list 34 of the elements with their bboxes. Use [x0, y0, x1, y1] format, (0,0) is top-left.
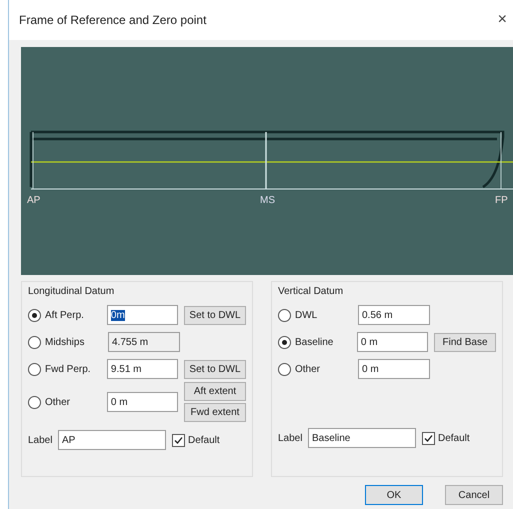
default-checkbox[interactable]: Default	[422, 432, 470, 444]
default-checkbox[interactable]: Default	[172, 434, 220, 447]
value-field[interactable]: 0 m	[106, 392, 178, 412]
value-field[interactable]: 0 m	[356, 332, 428, 352]
radio-option[interactable]: DWL	[278, 308, 352, 322]
radio-option[interactable]: Other	[28, 396, 101, 409]
group-title: Longitudinal Datum	[28, 286, 116, 297]
group-title: Vertical Datum	[278, 286, 344, 297]
label-field[interactable]: Baseline	[308, 428, 416, 448]
value-field[interactable]: 0.56 m	[358, 305, 430, 325]
dialog-button[interactable]: Cancel	[445, 485, 503, 505]
radio-option[interactable]: Baseline	[278, 336, 351, 348]
action-button[interactable]: Set to DWL	[184, 360, 246, 378]
action-button[interactable]: Fwd extent	[184, 403, 246, 422]
radio-option[interactable]: Aft Perp.	[28, 308, 101, 322]
check-icon	[174, 436, 183, 445]
check-icon	[424, 434, 433, 442]
action-button[interactable]: Aft extent	[184, 382, 246, 402]
station-label: FP	[495, 195, 508, 206]
window-title: Frame of Reference and Zero point	[19, 13, 206, 27]
radio-option[interactable]: Fwd Perp.	[28, 362, 101, 376]
close-button[interactable]: ×	[498, 11, 507, 29]
station-label: AP	[27, 195, 40, 206]
value-field[interactable]: 9.51 m	[106, 359, 178, 379]
label-caption: Label	[28, 434, 52, 446]
action-button[interactable]: Find Base	[434, 332, 496, 352]
label-caption: Label	[278, 432, 302, 444]
value-field[interactable]: 0m	[106, 305, 178, 325]
action-button[interactable]: Set to DWL	[184, 306, 246, 324]
label-field[interactable]: AP	[58, 430, 166, 450]
dialog-button[interactable]: OK	[365, 485, 423, 505]
value-field[interactable]: 0 m	[358, 359, 430, 379]
radio-option[interactable]: Other	[278, 362, 352, 376]
station-label: MS	[260, 195, 275, 206]
